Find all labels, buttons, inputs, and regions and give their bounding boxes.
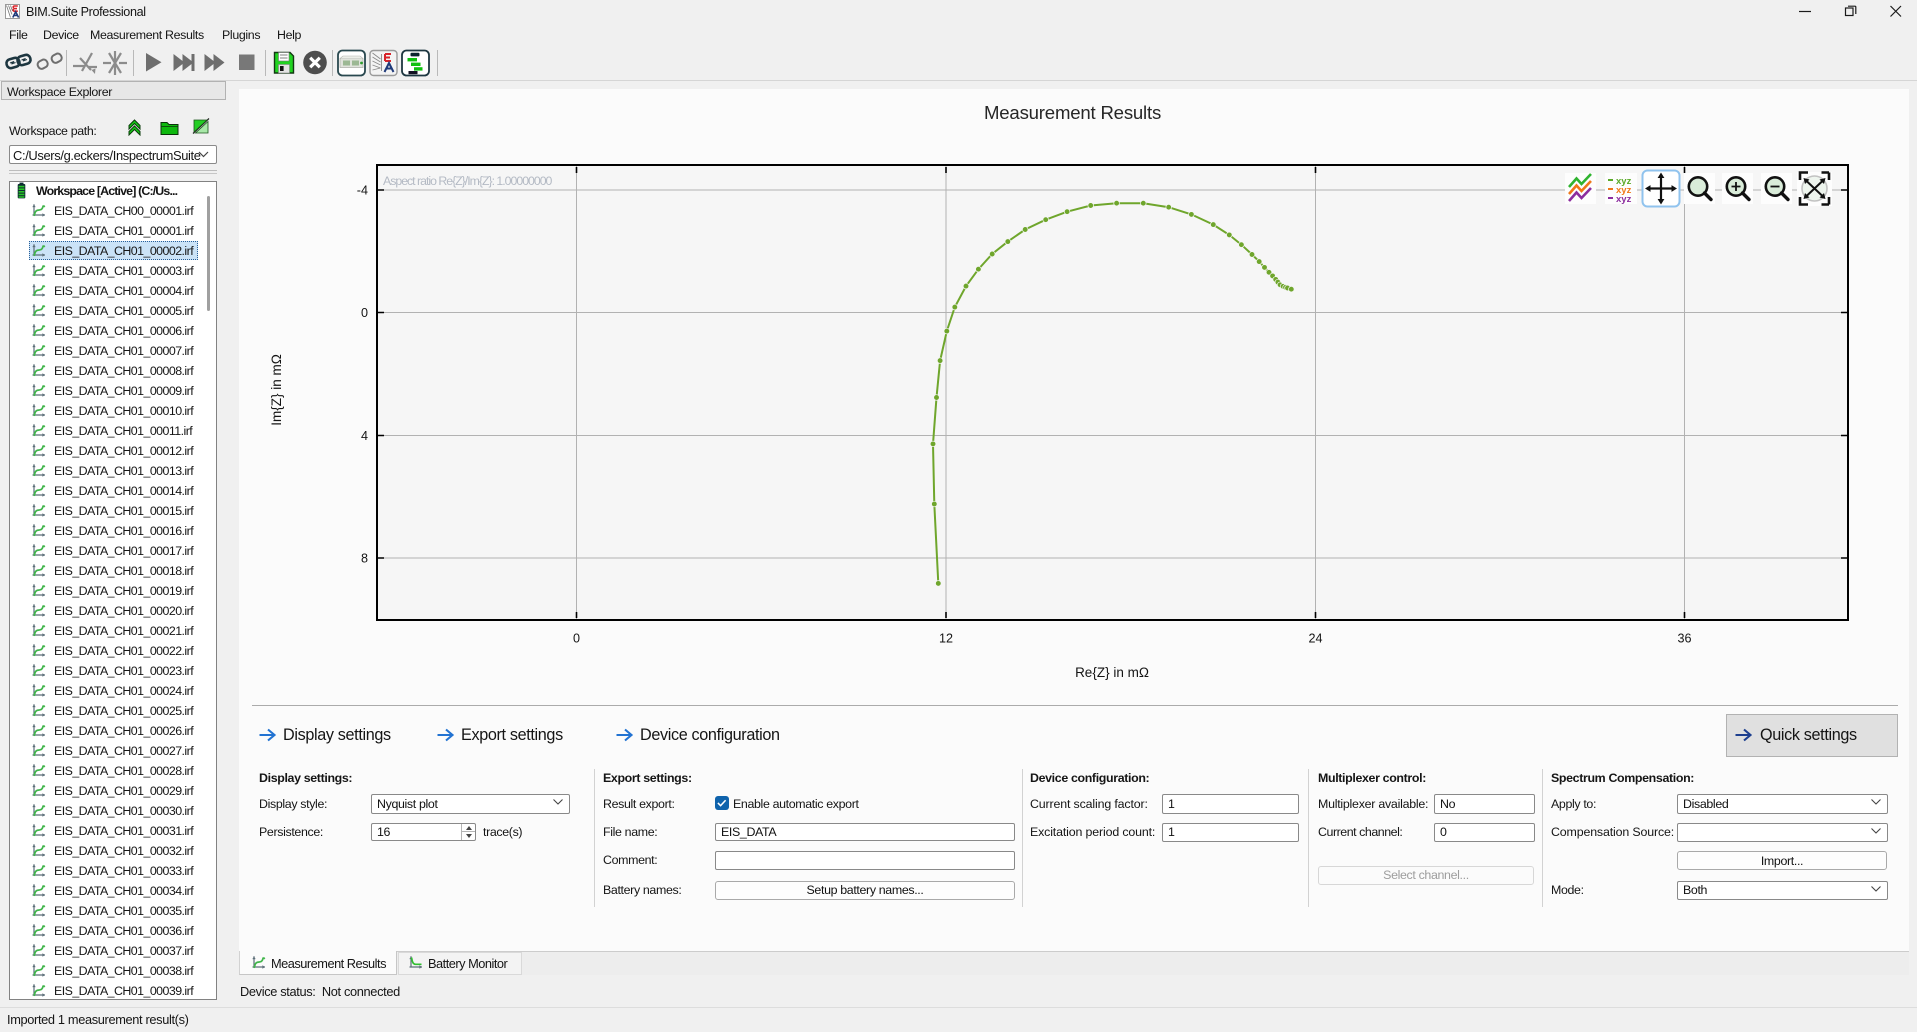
- svg-text:xyz: xyz: [1616, 194, 1632, 205]
- svg-text:36: 36: [1677, 632, 1691, 646]
- svg-text:Re{Z} in mΩ: Re{Z} in mΩ: [1075, 665, 1149, 680]
- svg-text:0: 0: [573, 632, 580, 646]
- svg-text:24: 24: [1308, 632, 1322, 646]
- svg-text:Aspect ratio Re{Z}/Im{Z}: 1.00: Aspect ratio Re{Z}/Im{Z}: 1.00000000: [383, 174, 553, 188]
- svg-text:-4: -4: [357, 184, 368, 198]
- svg-text:4: 4: [361, 429, 368, 443]
- svg-text:0: 0: [361, 306, 368, 320]
- svg-text:8: 8: [361, 552, 368, 566]
- svg-text:12: 12: [939, 632, 953, 646]
- svg-text:Im{Z} in mΩ: Im{Z} in mΩ: [269, 354, 284, 426]
